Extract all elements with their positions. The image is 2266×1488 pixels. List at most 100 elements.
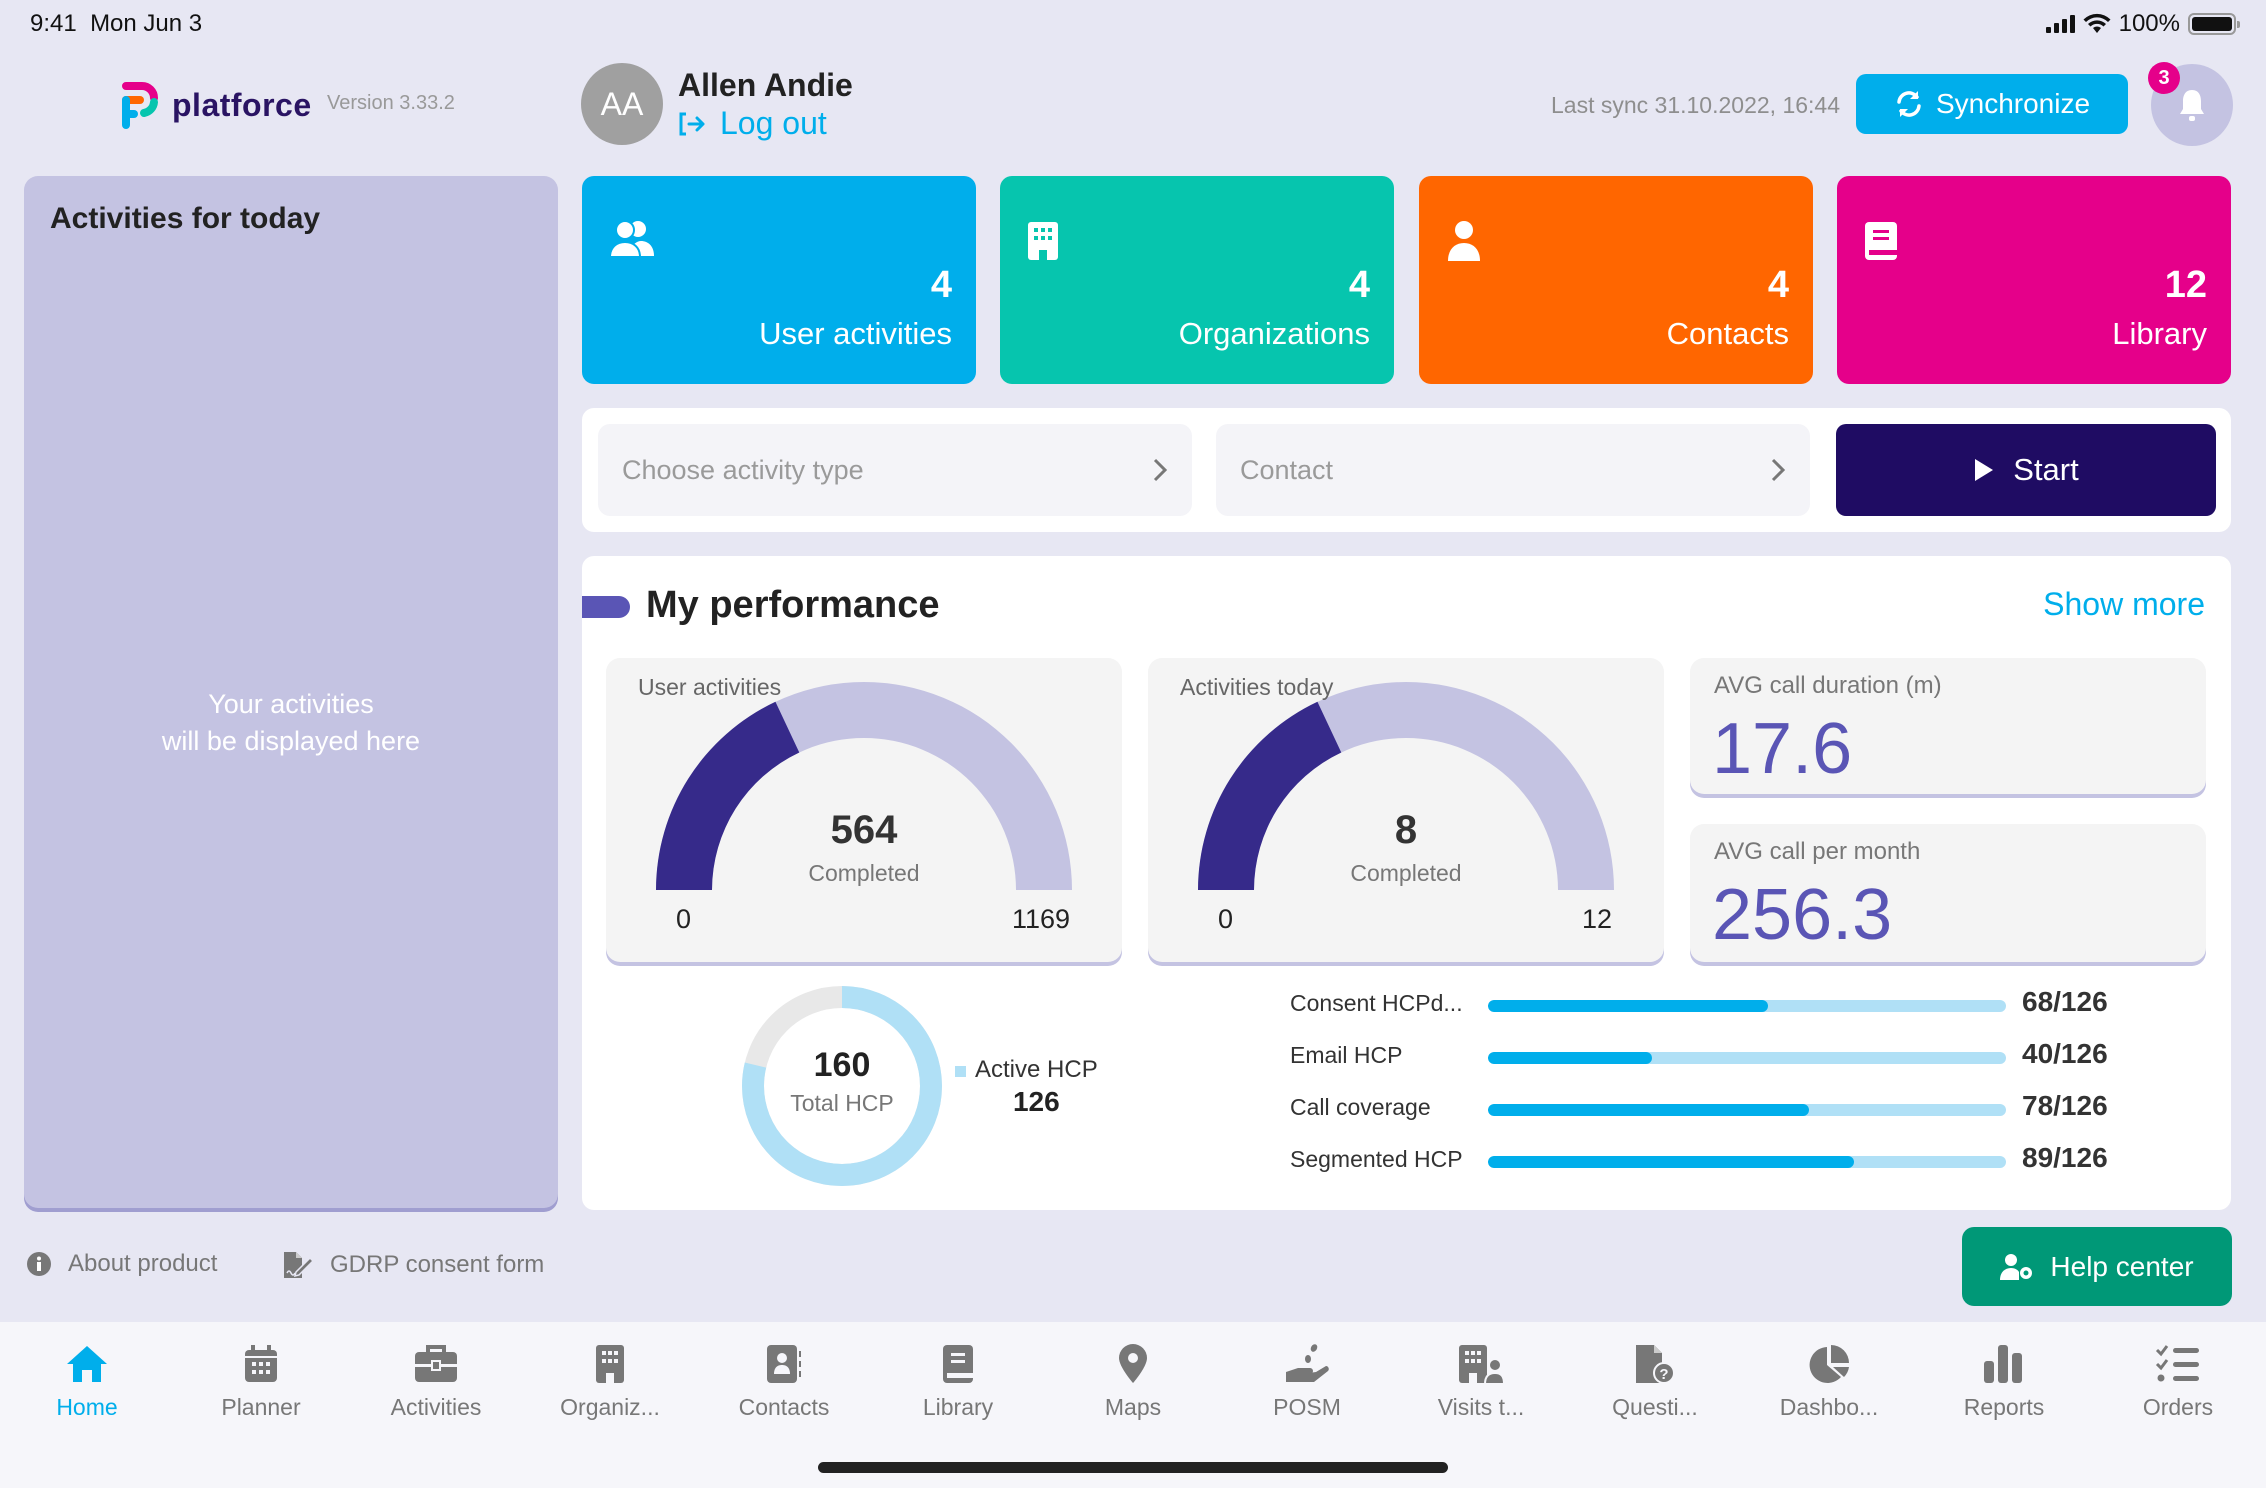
gauge-title: User activities xyxy=(638,674,782,700)
tile-label: Contacts xyxy=(1666,316,1789,351)
donut-legend: Active HCP 126 xyxy=(955,1056,1098,1118)
nav-label: Visits t... xyxy=(1437,1394,1525,1420)
contact-select[interactable]: Contact xyxy=(1216,424,1810,516)
synchronize-button[interactable]: Synchronize xyxy=(1856,74,2128,134)
progress-fill xyxy=(1488,1000,1768,1012)
contact-card-icon xyxy=(767,1345,801,1383)
tile-count: 4 xyxy=(1348,264,1370,306)
status-time: 9:41 Mon Jun 3 xyxy=(30,10,202,38)
logo-mark-icon xyxy=(122,82,158,129)
home-icon xyxy=(67,1346,107,1382)
progress-row: Email HCP 40/126 xyxy=(1290,1038,2160,1078)
progress-fill xyxy=(1488,1104,1809,1116)
gauge-subtitle: Completed xyxy=(1350,860,1462,886)
stat-card-avg-call-duration: AVG call duration (m) 17.6 xyxy=(1690,658,2206,794)
about-product-link[interactable]: About product xyxy=(26,1250,217,1278)
status-bar: 9:41 Mon Jun 3 100% xyxy=(0,0,2266,48)
nav-item-library[interactable]: Library xyxy=(883,1342,1033,1421)
nav-item-dashboard[interactable]: Dashbo... xyxy=(1754,1342,1904,1421)
nav-item-orders[interactable]: Orders xyxy=(2103,1342,2253,1421)
progress-value: 40/126 xyxy=(2022,1038,2108,1069)
wifi-icon xyxy=(2083,13,2111,33)
building-icon xyxy=(1028,222,1058,260)
section-accent xyxy=(582,596,630,618)
tile-label: Organizations xyxy=(1178,316,1370,351)
stat-title: AVG call duration (m) xyxy=(1714,672,1942,699)
nav-label: Home xyxy=(56,1394,118,1420)
notification-count-badge: 3 xyxy=(2148,62,2180,94)
nav-item-posm[interactable]: POSM xyxy=(1232,1342,1382,1421)
map-pin-icon xyxy=(1119,1344,1147,1383)
users-icon xyxy=(608,220,654,258)
tile-organizations[interactable]: 4 Organizations xyxy=(1000,176,1394,384)
start-button[interactable]: Start xyxy=(1836,424,2216,516)
progress-label: Segmented HCP xyxy=(1290,1146,1463,1172)
stat-value: 256.3 xyxy=(1712,875,1893,955)
stat-card-avg-call-per-month: AVG call per month 256.3 xyxy=(1690,824,2206,962)
avatar[interactable]: AA xyxy=(581,63,663,145)
contact-placeholder: Contact xyxy=(1240,454,1334,485)
gauge-title: Activities today xyxy=(1180,674,1334,700)
nav-label: POSM xyxy=(1273,1394,1341,1420)
help-center-label: Help center xyxy=(2050,1250,2194,1282)
start-label: Start xyxy=(2013,452,2079,487)
gdpr-consent-link[interactable]: GDRP consent form xyxy=(282,1250,544,1280)
nav-label: Activities xyxy=(390,1394,482,1420)
nav-label: Planner xyxy=(221,1394,301,1420)
activities-for-today-panel: Activities for today Your activities wil… xyxy=(24,176,558,1208)
cellular-signal-icon xyxy=(2045,15,2075,33)
progress-label: Consent HCPd... xyxy=(1290,990,1463,1016)
tile-contacts[interactable]: 4 Contacts xyxy=(1419,176,1813,384)
nav-item-maps[interactable]: Maps xyxy=(1058,1342,1208,1421)
pie-chart-icon xyxy=(1809,1345,1849,1383)
progress-value: 78/126 xyxy=(2022,1090,2108,1121)
tile-user-activities[interactable]: 4 User activities xyxy=(582,176,976,384)
performance-card: My performance Show more User activities… xyxy=(582,556,2231,1210)
nav-item-activities[interactable]: Activities xyxy=(361,1342,511,1421)
nav-label: Questi... xyxy=(1612,1394,1698,1420)
logout-icon xyxy=(679,112,705,135)
nav-item-questionnaires[interactable]: ? Questi... xyxy=(1580,1342,1730,1421)
nav-label: Dashbo... xyxy=(1779,1394,1879,1420)
home-indicator[interactable] xyxy=(818,1462,1448,1473)
nav-item-planner[interactable]: Planner xyxy=(186,1342,336,1421)
progress-track xyxy=(1488,1000,2006,1012)
help-center-button[interactable]: Help center xyxy=(1962,1227,2232,1306)
platforce-logo: platforce xyxy=(120,80,312,130)
tile-library[interactable]: 12 Library xyxy=(1837,176,2231,384)
chevron-right-icon xyxy=(1153,458,1168,482)
show-more-link[interactable]: Show more xyxy=(2043,586,2205,623)
sync-label: Synchronize xyxy=(1935,88,2091,119)
empty-line-2: will be displayed here xyxy=(161,726,421,756)
tile-count: 12 xyxy=(2164,264,2207,306)
stat-title: AVG call per month xyxy=(1714,838,1921,865)
progress-value: 89/126 xyxy=(2022,1142,2108,1173)
calendar-icon xyxy=(245,1345,277,1382)
book-icon xyxy=(1865,222,1897,260)
progress-label: Email HCP xyxy=(1290,1042,1403,1068)
empty-state-message: Your activities will be displayed here xyxy=(24,686,558,760)
performance-title: My performance xyxy=(646,584,940,626)
nav-label: Library xyxy=(922,1394,994,1420)
progress-track xyxy=(1488,1156,2006,1168)
tile-count: 4 xyxy=(1767,264,1789,306)
user-name: Allen Andie xyxy=(678,67,853,103)
nav-item-contacts[interactable]: Contacts xyxy=(709,1342,859,1421)
donut-total-label: Total HCP xyxy=(790,1090,894,1116)
progress-row: Call coverage 78/126 xyxy=(1290,1090,2160,1130)
progress-fill xyxy=(1488,1156,1854,1168)
activity-type-select[interactable]: Choose activity type xyxy=(598,424,1192,516)
logout-link[interactable]: Log out xyxy=(678,105,827,142)
nav-item-home[interactable]: Home xyxy=(12,1342,162,1421)
clock-date: Mon Jun 3 xyxy=(90,10,203,37)
bell-icon xyxy=(2180,90,2204,121)
building-user-icon xyxy=(1459,1345,1505,1385)
progress-row: Consent HCPd... 68/126 xyxy=(1290,986,2160,1026)
nav-item-reports[interactable]: Reports xyxy=(1929,1342,2079,1421)
nav-label: Reports xyxy=(1963,1394,2045,1420)
nav-item-organizations[interactable]: Organiz... xyxy=(535,1342,685,1421)
progress-label: Call coverage xyxy=(1290,1094,1431,1120)
checklist-icon xyxy=(2155,1345,2199,1382)
battery-icon xyxy=(2188,13,2240,35)
nav-item-visits[interactable]: Visits t... xyxy=(1406,1342,1556,1421)
